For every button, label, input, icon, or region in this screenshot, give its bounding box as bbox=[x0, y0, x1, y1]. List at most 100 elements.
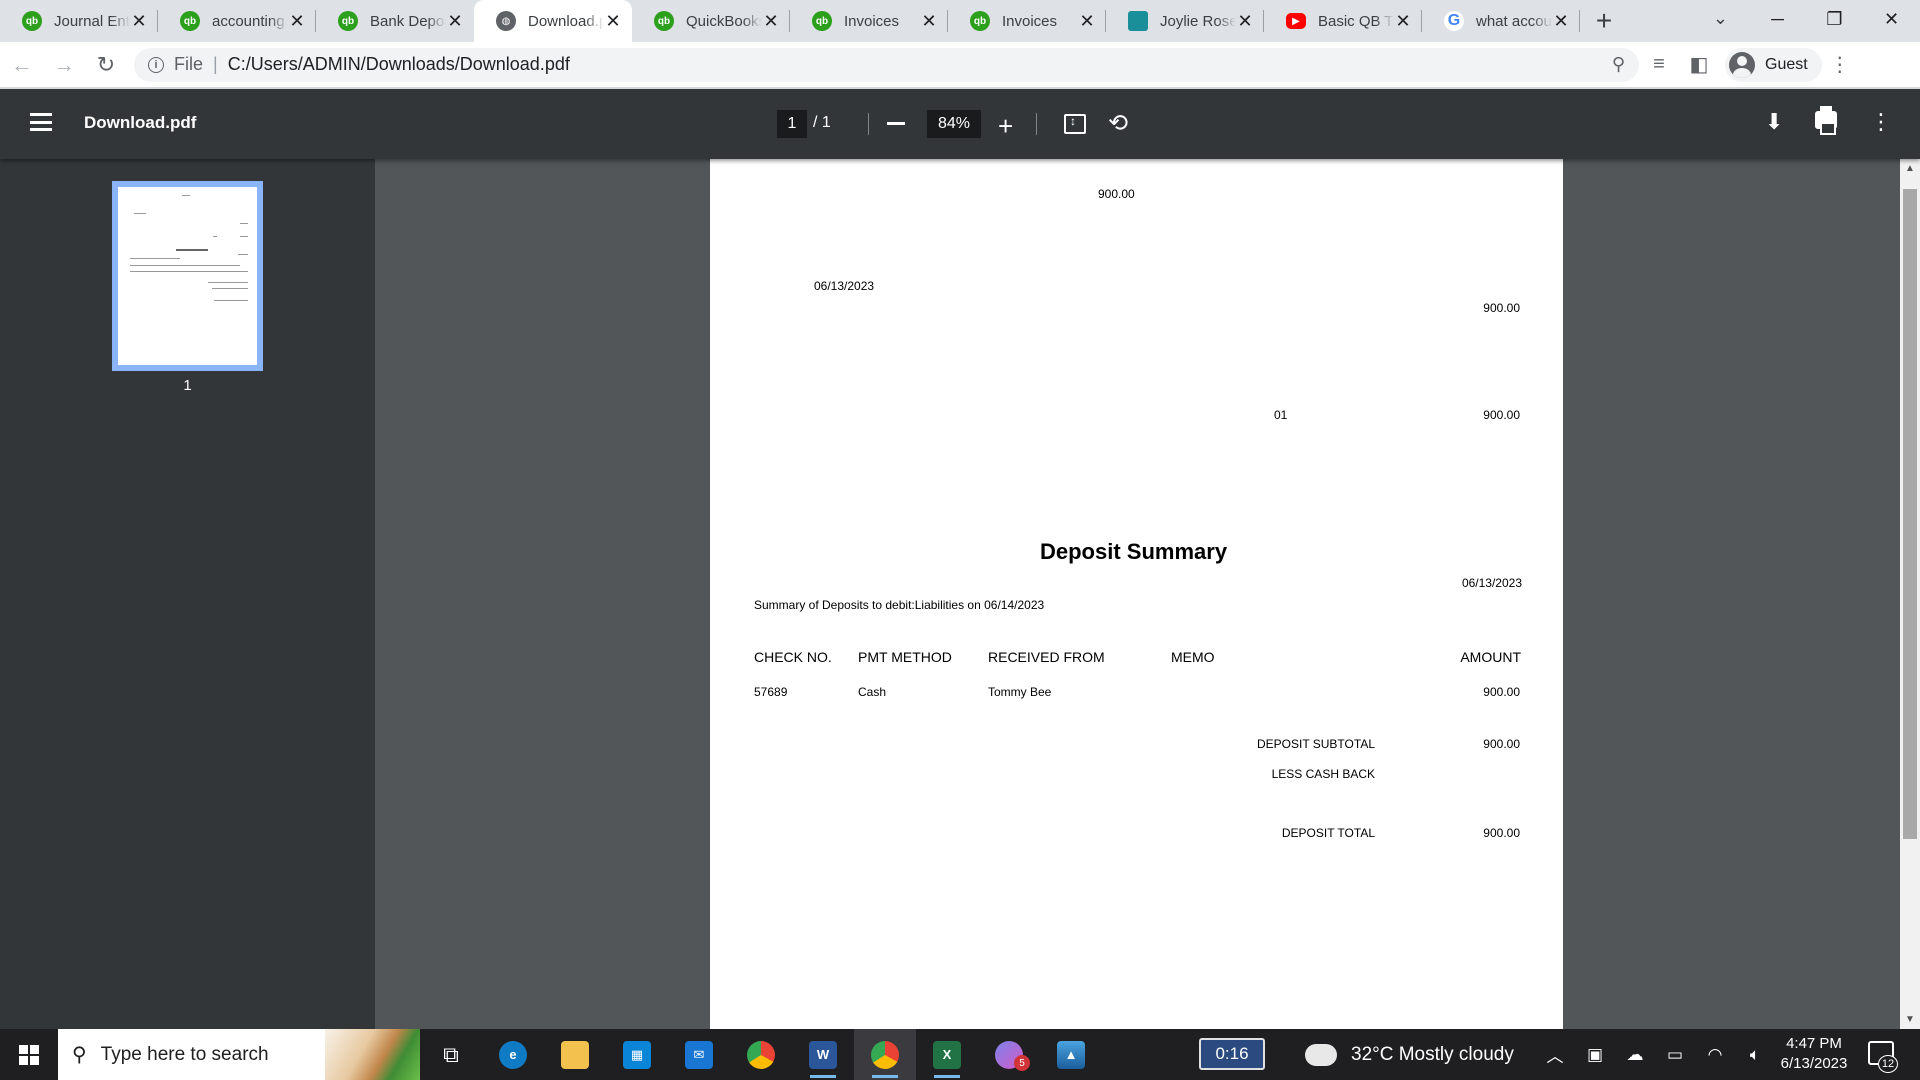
close-icon[interactable]: ✕ bbox=[920, 11, 938, 32]
clock[interactable]: 4:47 PM 6/13/2023 bbox=[1768, 1034, 1860, 1074]
folder-icon bbox=[561, 1040, 589, 1069]
tab-invoices-2[interactable]: qb Invoices ✕ bbox=[948, 0, 1106, 42]
tab-quickbooks[interactable]: qb QuickBooks ✕ bbox=[632, 0, 790, 42]
taskbar: ⚲ Type here to search ⧉ e ▦ ✉ W X 5 ▲ 0:… bbox=[0, 1029, 1920, 1080]
thumb-line bbox=[176, 249, 208, 251]
windows-logo-icon bbox=[19, 1044, 39, 1065]
qb-icon: qb bbox=[22, 11, 42, 31]
page-number-input[interactable]: 1 bbox=[777, 110, 807, 138]
taskbar-file-explorer[interactable] bbox=[544, 1029, 606, 1080]
back-button[interactable]: ← bbox=[2, 45, 42, 85]
tab-title: Invoices bbox=[844, 12, 900, 30]
side-panel-icon[interactable]: ◧ bbox=[1679, 52, 1719, 77]
zoom-level-input[interactable]: 84% bbox=[927, 110, 981, 138]
forward-button[interactable]: → bbox=[44, 45, 84, 85]
tab-title: Invoices bbox=[1002, 12, 1058, 30]
tab-journal-entry[interactable]: qb Journal Entr ✕ bbox=[0, 0, 158, 42]
close-icon[interactable]: ✕ bbox=[762, 11, 780, 32]
taskbar-photos[interactable]: ▲ bbox=[1040, 1029, 1102, 1080]
zoom-out-button[interactable] bbox=[887, 122, 905, 125]
more-actions-icon[interactable]: ⋮ bbox=[1870, 109, 1892, 135]
mail-icon: ✉ bbox=[685, 1040, 713, 1069]
taskbar-mail[interactable]: ✉ bbox=[668, 1029, 730, 1080]
doc-amount: 900.00 bbox=[1483, 301, 1520, 315]
thumb-line bbox=[182, 195, 190, 196]
search-highlight-image bbox=[325, 1029, 420, 1080]
start-button[interactable] bbox=[0, 1029, 58, 1080]
info-icon[interactable]: i bbox=[148, 56, 164, 73]
page-thumbnail[interactable] bbox=[112, 181, 263, 371]
url-divider: | bbox=[213, 54, 218, 74]
restore-button[interactable]: ❐ bbox=[1806, 0, 1863, 38]
close-icon[interactable]: ✕ bbox=[446, 11, 464, 32]
close-icon[interactable]: ✕ bbox=[288, 11, 306, 32]
fit-to-page-icon[interactable] bbox=[1064, 114, 1086, 134]
print-icon[interactable] bbox=[1815, 106, 1837, 135]
scroll-down-icon[interactable]: ▼ bbox=[1905, 1014, 1915, 1025]
qb-icon: qb bbox=[180, 11, 200, 31]
tab-download-pdf[interactable]: ◍ Download.p ✕ bbox=[474, 0, 632, 42]
taskbar-edge[interactable]: e bbox=[482, 1029, 544, 1080]
chevron-up-icon[interactable]: ︿ bbox=[1535, 1042, 1575, 1067]
pdf-page: 900.00 06/13/2023 900.00 01 900.00 Depos… bbox=[710, 159, 1563, 1029]
battery-icon[interactable]: ▭ bbox=[1655, 1045, 1695, 1065]
close-icon[interactable]: ✕ bbox=[1236, 11, 1254, 32]
close-window-button[interactable]: ✕ bbox=[1863, 0, 1920, 38]
new-tab-button[interactable]: + bbox=[1584, 0, 1624, 42]
meet-now-icon[interactable]: ▣ bbox=[1575, 1045, 1615, 1065]
close-icon[interactable]: ✕ bbox=[604, 11, 622, 32]
page-total: / 1 bbox=[813, 114, 831, 131]
weather-widget[interactable]: 32°C Mostly cloudy bbox=[1301, 1029, 1514, 1080]
address-bar[interactable]: i File | C:/Users/ADMIN/Downloads/Downlo… bbox=[134, 47, 1639, 82]
column-header-amount: AMOUNT bbox=[1460, 649, 1521, 665]
tab-search-chevron-icon[interactable]: ⌄ bbox=[1713, 8, 1728, 29]
qb-icon: qb bbox=[654, 11, 674, 31]
onedrive-icon[interactable]: ☁ bbox=[1615, 1045, 1655, 1065]
close-icon[interactable]: ✕ bbox=[1394, 11, 1412, 32]
tab-accounting[interactable]: qb accounting ✕ bbox=[158, 0, 316, 42]
menu-icon[interactable] bbox=[30, 113, 52, 131]
doc-amount: 900.00 bbox=[1483, 408, 1520, 422]
taskbar-word[interactable]: W bbox=[792, 1029, 854, 1080]
edge-icon: e bbox=[499, 1040, 527, 1069]
profile-button[interactable]: Guest bbox=[1725, 47, 1822, 82]
tab-bank-deposit[interactable]: qb Bank Depos ✕ bbox=[316, 0, 474, 42]
wifi-icon[interactable]: ◠ bbox=[1695, 1045, 1735, 1065]
taskbar-chrome-active[interactable] bbox=[854, 1029, 916, 1080]
task-view-button[interactable]: ⧉ bbox=[420, 1029, 482, 1080]
zoom-in-button[interactable]: + bbox=[998, 111, 1013, 142]
toolbar-divider bbox=[1036, 113, 1037, 135]
close-icon[interactable]: ✕ bbox=[130, 11, 148, 32]
doc-date: 06/13/2023 bbox=[814, 279, 875, 293]
summary-text: Summary of Deposits to debit:Liabilities… bbox=[754, 598, 1045, 612]
zoom-magnifier-icon[interactable]: ⚲ bbox=[1612, 54, 1625, 75]
doc-top-amount: 900.00 bbox=[1098, 187, 1135, 201]
word-icon: W bbox=[809, 1040, 837, 1069]
qb-icon: qb bbox=[812, 11, 832, 31]
vertical-scrollbar[interactable]: ▲ ▼ bbox=[1900, 159, 1920, 1029]
scrollbar-thumb[interactable] bbox=[1903, 189, 1917, 839]
taskbar-store[interactable]: ▦ bbox=[606, 1029, 668, 1080]
url-text[interactable]: C:/Users/ADMIN/Downloads/Download.pdf bbox=[228, 54, 570, 75]
scroll-up-icon[interactable]: ▲ bbox=[1905, 163, 1915, 174]
recording-timer[interactable]: 0:16 bbox=[1199, 1038, 1265, 1070]
rotate-icon[interactable]: ⟲ bbox=[1108, 109, 1128, 138]
minimize-button[interactable]: ─ bbox=[1749, 0, 1806, 38]
download-icon[interactable]: ⬇ bbox=[1765, 109, 1783, 135]
taskbar-search-box[interactable]: ⚲ Type here to search bbox=[58, 1029, 420, 1080]
tab-joylie-rose[interactable]: Joylie Rose ✕ bbox=[1106, 0, 1264, 42]
browser-toolbar: ← → ↻ i File | C:/Users/ADMIN/Downloads/… bbox=[0, 42, 1920, 88]
tab-google-search[interactable]: G what accou ✕ bbox=[1422, 0, 1580, 42]
tab-title: Bank Depos bbox=[370, 12, 446, 30]
taskbar-chrome[interactable] bbox=[730, 1029, 792, 1080]
tab-invoices-1[interactable]: qb Invoices ✕ bbox=[790, 0, 948, 42]
taskbar-teams[interactable]: 5 bbox=[978, 1029, 1040, 1080]
taskbar-excel[interactable]: X bbox=[916, 1029, 978, 1080]
tab-basic-qb-tutorial[interactable]: ▶ Basic QB Tu ✕ bbox=[1264, 0, 1422, 42]
close-icon[interactable]: ✕ bbox=[1552, 11, 1570, 32]
browser-menu-icon[interactable]: ⋮ bbox=[1822, 52, 1858, 77]
close-icon[interactable]: ✕ bbox=[1078, 11, 1096, 32]
reading-list-icon[interactable]: ≡ bbox=[1639, 53, 1679, 76]
tab-title: Joylie Rose bbox=[1160, 12, 1236, 30]
reload-button[interactable]: ↻ bbox=[86, 45, 126, 85]
